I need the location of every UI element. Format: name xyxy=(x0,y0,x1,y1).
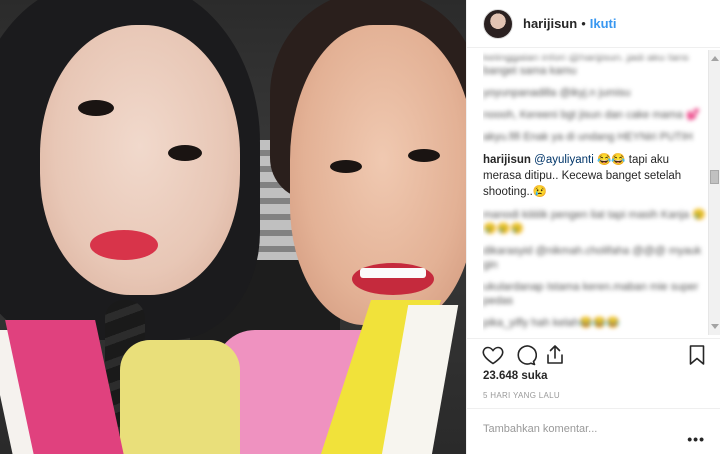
comment-bubble-icon[interactable] xyxy=(513,343,537,367)
comments-fade xyxy=(483,50,708,60)
bookmark-icon[interactable] xyxy=(685,343,709,367)
comment-username[interactable]: harijisun xyxy=(483,154,531,166)
add-comment-bar: ••• xyxy=(467,408,720,454)
post-timestamp[interactable]: 5 HARI YANG LALU xyxy=(483,391,560,400)
comment-item: dikarasyid @nikmah.cholifaha @@@ myauk g… xyxy=(483,245,702,271)
left-person-face xyxy=(40,25,240,295)
likes-count[interactable]: 23.648 suka xyxy=(483,370,548,382)
follow-button[interactable]: Ikuti xyxy=(590,16,617,31)
comment-item: yoyunpanadilla @ikyj.n jumisu xyxy=(483,87,631,99)
more-options-icon[interactable]: ••• xyxy=(687,431,705,447)
comments-scrollbar[interactable] xyxy=(708,50,720,335)
comment-item: harijisun @ayuliyanti 😂😂 tapi aku merasa… xyxy=(483,152,708,200)
post-username[interactable]: harijisun xyxy=(523,16,577,31)
comment-item: manodi kiiiiiik pengen liat tapi masih K… xyxy=(483,209,706,235)
scroll-thumb[interactable] xyxy=(710,170,719,184)
comment-input[interactable] xyxy=(483,419,683,439)
share-icon[interactable] xyxy=(543,343,567,367)
post-side-panel: harijisun • Ikuti kelinggalan infori @ha… xyxy=(466,0,720,454)
header-separator: • xyxy=(581,16,586,31)
post-header: harijisun • Ikuti xyxy=(467,0,720,48)
comment-item: noooh, Kereeni bgt jisun dan cake mama 💕 xyxy=(483,109,700,121)
right-person-face xyxy=(290,25,466,325)
action-bar xyxy=(467,338,720,368)
heart-icon[interactable] xyxy=(481,343,505,367)
avatar[interactable] xyxy=(483,8,513,39)
comments-list[interactable]: kelinggalan infori @harijisun. jadi aku … xyxy=(483,50,708,340)
scroll-down-arrow-icon[interactable] xyxy=(711,324,719,329)
comment-item: pika_yifly hah kelah😂😂😂 xyxy=(483,317,621,329)
post-photo[interactable] xyxy=(0,0,466,454)
comment-mention[interactable]: @ayuliyanti xyxy=(534,154,594,166)
comment-item: ukulardanap Istama keren.maban mie super… xyxy=(483,281,699,307)
left-hanbok-yellow xyxy=(120,340,240,454)
comment-item: akyu.fifi Enak ya di undang HEYNiri PUTI… xyxy=(483,131,693,143)
scroll-up-arrow-icon[interactable] xyxy=(711,56,719,61)
